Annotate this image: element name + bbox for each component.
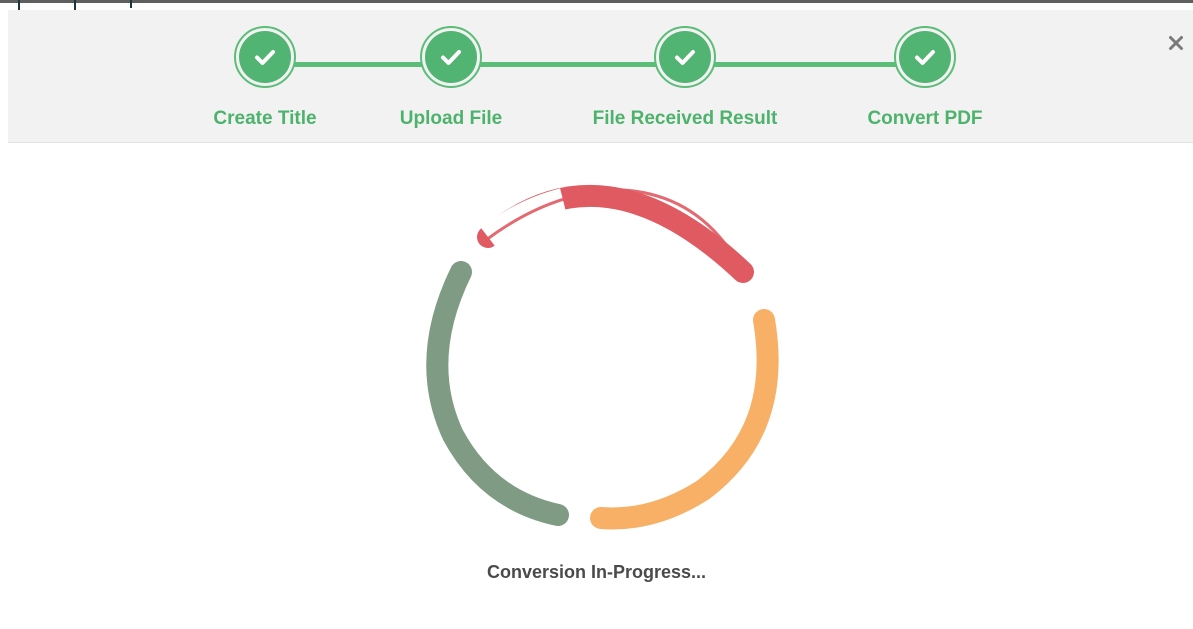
close-icon	[1169, 36, 1183, 50]
progress-header: Create Title Upload File File Received R…	[8, 10, 1193, 143]
spinner-arc-green	[426, 261, 569, 526]
step-file-received-result: File Received Result	[555, 25, 815, 135]
check-icon	[441, 50, 461, 65]
close-button[interactable]	[1163, 30, 1189, 56]
check-icon	[915, 50, 935, 65]
step-upload-file: Upload File	[321, 25, 581, 135]
step-label: File Received Result	[592, 108, 778, 129]
step-circle	[654, 26, 716, 88]
conversion-modal: Create Title Upload File File Received R…	[0, 0, 1193, 629]
step-circle	[234, 26, 296, 88]
spinner-arc-orange	[590, 309, 779, 530]
step-label: Upload File	[399, 108, 503, 129]
top-edge-marks	[18, 0, 138, 10]
check-icon	[255, 50, 275, 65]
top-border	[0, 0, 1193, 3]
step-circle	[420, 26, 482, 88]
step-circle	[894, 26, 956, 88]
status-text: Conversion In-Progress...	[486, 562, 707, 582]
loading-spinner	[426, 185, 779, 530]
check-icon	[675, 50, 695, 65]
step-convert-pdf: Convert PDF	[795, 25, 1055, 135]
stepper: Create Title Upload File File Received R…	[8, 10, 1193, 142]
step-label: Convert PDF	[867, 108, 983, 129]
